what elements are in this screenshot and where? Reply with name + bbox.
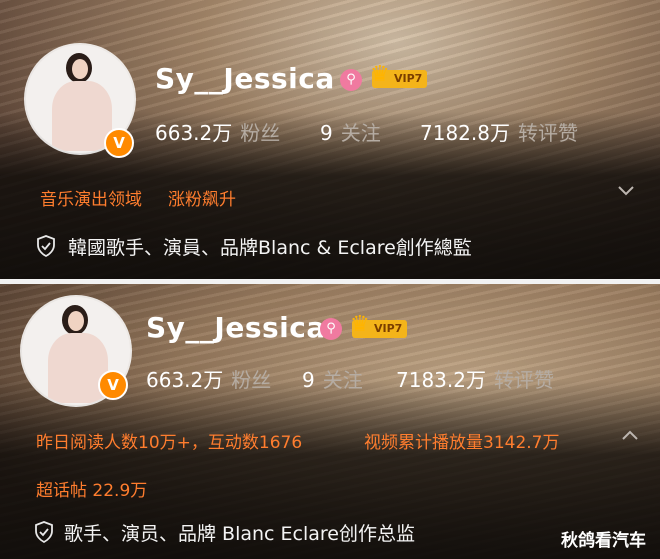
shield-check-icon bbox=[35, 521, 53, 543]
verified-v-badge: V bbox=[104, 128, 134, 158]
vip-badge[interactable]: ♛ VIP7 bbox=[350, 314, 408, 338]
shield-check-icon bbox=[37, 235, 55, 257]
stat-reposts-likes[interactable]: 7182.8万 转评赞 bbox=[420, 117, 578, 146]
chevron-up-icon[interactable] bbox=[620, 426, 640, 447]
vip-badge[interactable]: ♛ VIP7 bbox=[370, 64, 428, 88]
watermark: 秋鸽看汽车 bbox=[561, 531, 646, 551]
username: Sy__Jessica bbox=[146, 311, 326, 344]
stat-followers[interactable]: 663.2万 粉丝 bbox=[146, 364, 271, 393]
stat-following[interactable]: 9 关注 bbox=[320, 117, 381, 146]
profile-description: 韓國歌手、演員、品牌Blanc & Eclare創作總監 bbox=[68, 237, 472, 259]
highlight-tag[interactable]: 视频累计播放量3142.7万 bbox=[364, 428, 559, 453]
pink-magnifier-icon[interactable]: ⚲ bbox=[340, 69, 362, 91]
username: Sy__Jessica bbox=[155, 62, 335, 95]
profile-description: 歌手、演员、品牌 Blanc Eclare创作总监 bbox=[64, 523, 415, 545]
stat-reposts-likes[interactable]: 7183.2万 转评赞 bbox=[396, 364, 554, 393]
crown-icon: ♛ bbox=[350, 312, 370, 337]
highlight-tag[interactable]: 涨粉飙升 bbox=[168, 185, 236, 210]
stat-following[interactable]: 9 关注 bbox=[302, 364, 363, 393]
highlight-tag[interactable]: 音乐演出领域 bbox=[40, 185, 142, 210]
highlight-tag[interactable]: 超话帖 22.9万 bbox=[36, 476, 147, 501]
crown-icon: ♛ bbox=[370, 62, 390, 87]
pink-magnifier-icon[interactable]: ⚲ bbox=[320, 318, 342, 340]
highlight-tag[interactable]: 昨日阅读人数10万+，互动数1676 bbox=[36, 428, 302, 453]
verified-v-badge: V bbox=[98, 370, 128, 400]
stat-followers[interactable]: 663.2万 粉丝 bbox=[155, 117, 280, 146]
profile-card-1: V Sy__Jessica ⚲ ♛ VIP7 663.2万 粉丝 9 关注 7182… bbox=[0, 0, 660, 279]
profile-card-2: V Sy__Jessica ⚲ ♛ VIP7 663.2万 粉丝 9 关注 7183… bbox=[0, 284, 660, 559]
chevron-down-icon[interactable] bbox=[616, 182, 636, 203]
